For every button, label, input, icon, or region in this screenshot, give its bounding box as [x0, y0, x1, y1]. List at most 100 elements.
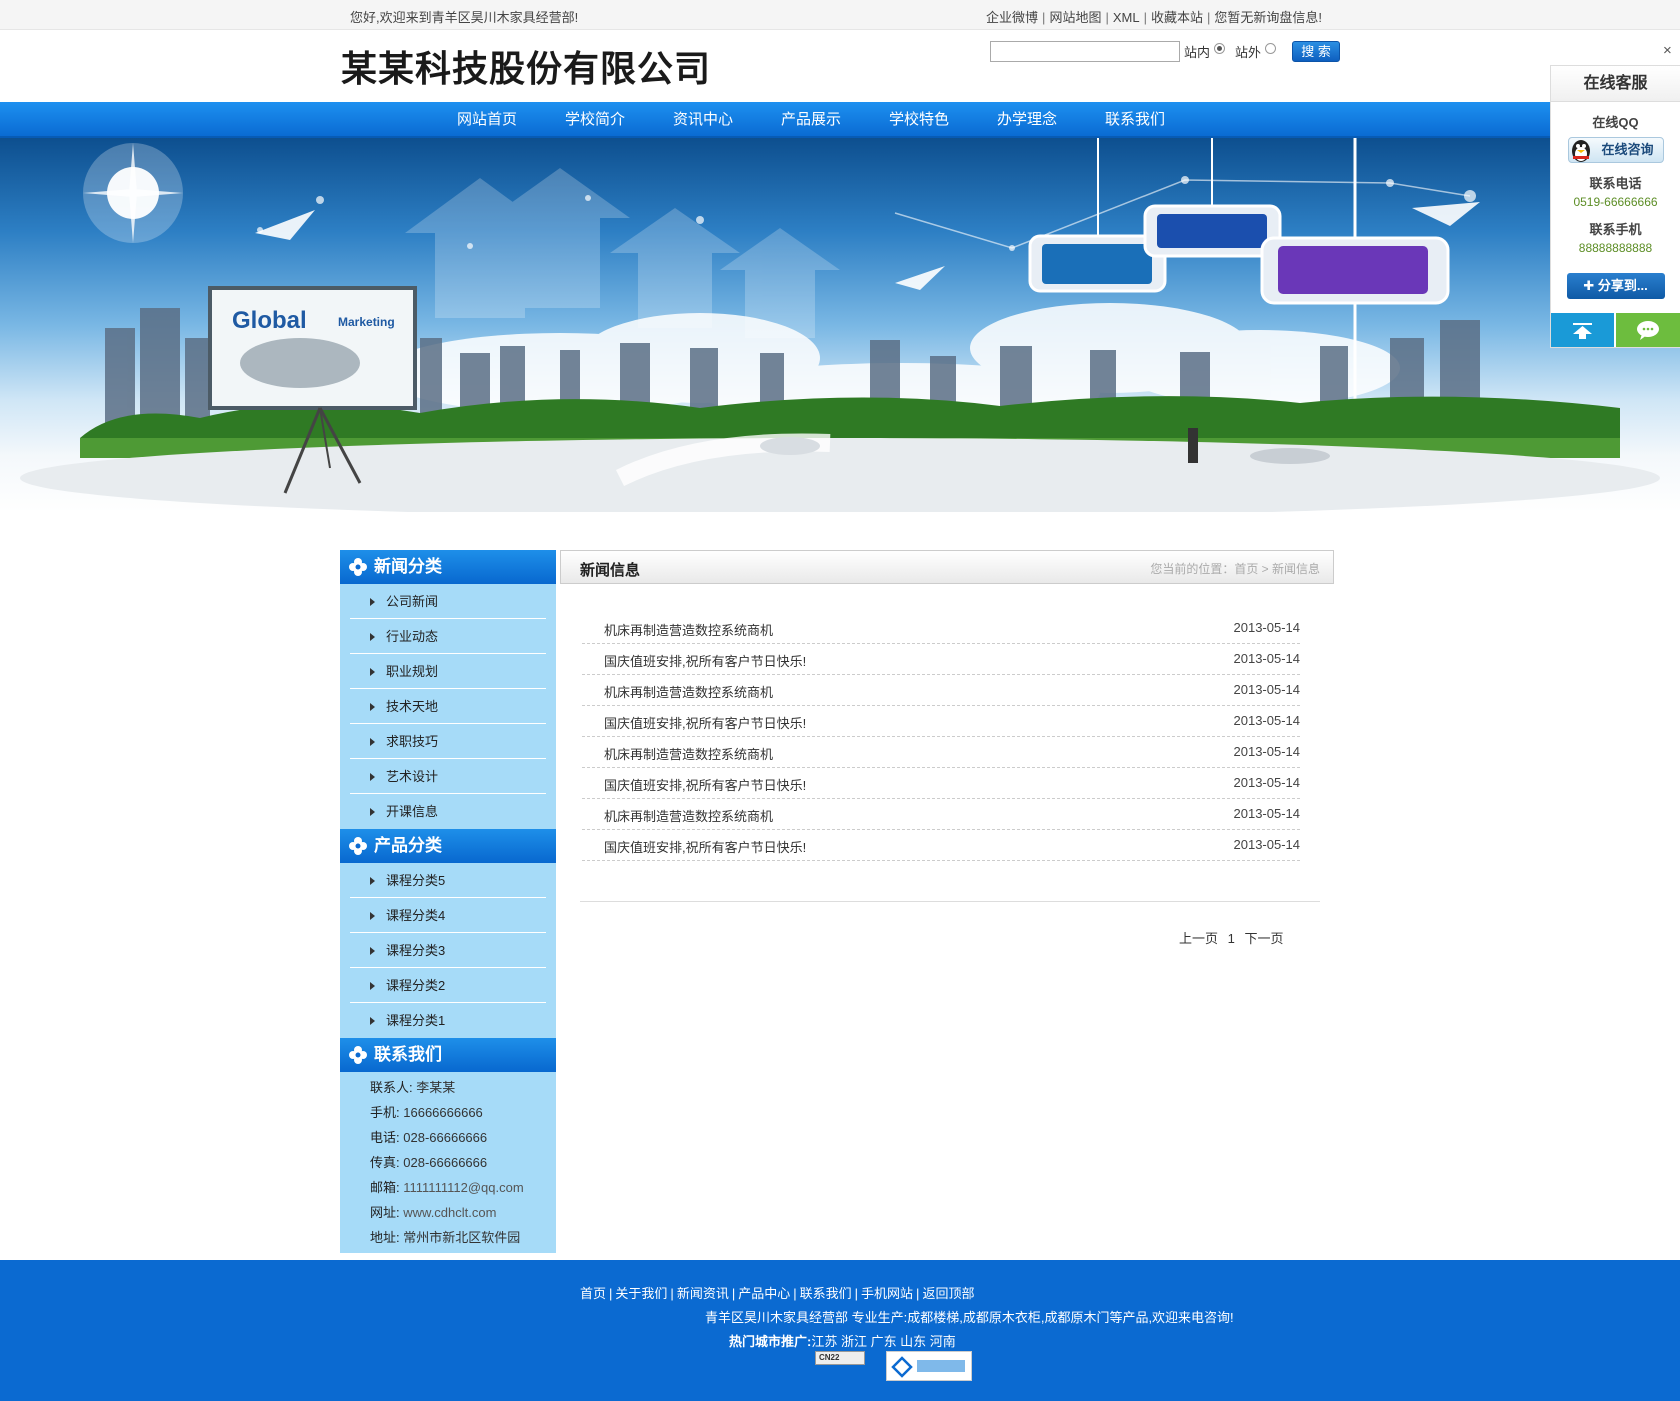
- arrow-right-icon: [370, 877, 375, 885]
- contact-website-link[interactable]: www.cdhclt.com: [403, 1205, 496, 1220]
- sidebar-news-title: 新闻分类: [374, 557, 442, 576]
- news-title[interactable]: 国庆值班安排,祝所有客户节日快乐!: [604, 837, 806, 856]
- footer-link-contact[interactable]: 联系我们: [800, 1286, 852, 1301]
- service-phone-label: 联系电话: [1589, 176, 1642, 191]
- news-date: 2013-05-14: [1233, 775, 1301, 790]
- top-bar: 您好,欢迎来到青羊区昊川木家具经营部! 企业微博 | 网站地图 | XML | 收藏本站 | 您…: [0, 0, 1680, 30]
- sidebar-item-career[interactable]: 职业规划: [350, 654, 546, 689]
- breadcrumb[interactable]: 您当前的位置：首页 > 新闻信息: [1150, 560, 1320, 577]
- top-link-bookmark[interactable]: 收藏本站: [1151, 10, 1203, 25]
- main-header: 新闻信息 您当前的位置：首页 > 新闻信息: [560, 550, 1334, 584]
- search-input[interactable]: [990, 40, 1180, 62]
- sidebar-item-industry[interactable]: 行业动态: [350, 619, 546, 654]
- sidebar-item-job-tips[interactable]: 求职技巧: [350, 724, 546, 759]
- footer-link-products[interactable]: 产品中心: [738, 1286, 790, 1301]
- footer-link-mobile[interactable]: 手机网站: [861, 1286, 913, 1301]
- footer-description: 青羊区昊川木家具经营部 专业生产:成都楼梯,成都原木衣柜,成都原木门等产品,欢迎…: [705, 1310, 1234, 1325]
- service-qq-button[interactable]: 在线咨询: [1567, 137, 1664, 163]
- news-title[interactable]: 机床再制造营造数控系统商机: [604, 806, 773, 825]
- nav-contact[interactable]: 联系我们: [1081, 102, 1189, 138]
- list-item[interactable]: 机床再制造营造数控系统商机 2013-05-14: [582, 675, 1300, 706]
- news-title[interactable]: 机床再制造营造数控系统商机: [604, 744, 773, 763]
- feedback-button[interactable]: [1616, 313, 1680, 347]
- footer-links: 首页 | 关于我们 | 新闻资讯 | 产品中心 | 联系我们 | 手机网站 | 返回顶部: [580, 1286, 975, 1301]
- search-option-in-radio[interactable]: [1214, 42, 1226, 54]
- back-to-top-button[interactable]: [1551, 313, 1614, 347]
- sidebar-item-course-3[interactable]: 课程分类3: [350, 933, 546, 968]
- contact-address: 地址: 常州市新北区软件园: [370, 1225, 556, 1250]
- footer-link-top[interactable]: 返回顶部: [922, 1286, 974, 1301]
- contact-info: 联系人: 李某某 手机: 16666666666 电话: 028-6666666…: [340, 1072, 556, 1253]
- contact-label: 邮箱:: [370, 1180, 400, 1195]
- sidebar-item-company-news[interactable]: 公司新闻: [350, 584, 546, 619]
- footer-link-home[interactable]: 首页: [580, 1286, 606, 1301]
- list-item[interactable]: 国庆值班安排,祝所有客户节日快乐! 2013-05-14: [582, 706, 1300, 737]
- arrow-right-icon: [370, 912, 375, 920]
- news-date: 2013-05-14: [1233, 837, 1301, 852]
- pagination: 上一页 1 下一页: [1179, 928, 1290, 947]
- share-button[interactable]: ✚ 分享到...: [1566, 273, 1665, 299]
- current-page-number[interactable]: 1: [1228, 931, 1235, 946]
- partner-logo[interactable]: [886, 1351, 972, 1381]
- news-title[interactable]: 机床再制造营造数控系统商机: [604, 682, 773, 701]
- billboard-title: Global: [232, 307, 307, 334]
- list-item[interactable]: 机床再制造营造数控系统商机 2013-05-14: [582, 799, 1300, 830]
- prev-page-link[interactable]: 上一页: [1179, 931, 1218, 946]
- hot-cities-list[interactable]: 江苏 浙江 广东 山东 河南: [811, 1334, 955, 1349]
- sidebar-item-label: 课程分类4: [386, 908, 446, 923]
- banner-illustration: Global Marketing: [20, 138, 1660, 512]
- arrow-right-icon: [370, 1017, 375, 1025]
- list-item[interactable]: 国庆值班安排,祝所有客户节日快乐! 2013-05-14: [582, 830, 1300, 861]
- nav-products[interactable]: 产品展示: [757, 102, 865, 138]
- arrow-right-icon: [370, 738, 375, 746]
- sidebar-item-course-2[interactable]: 课程分类2: [350, 968, 546, 1003]
- sidebar-item-course-1[interactable]: 课程分类1: [350, 1003, 546, 1038]
- service-title: 在线客服: [1551, 66, 1680, 102]
- nav-features[interactable]: 学校特色: [865, 102, 973, 138]
- site-logo[interactable]: 某某科技股份有限公司: [341, 40, 711, 92]
- cnzz-badge[interactable]: CN22: [815, 1351, 865, 1365]
- top-link-inquiry[interactable]: 您暂无新询盘信息!: [1214, 10, 1322, 25]
- contact-value: 028-66666666: [403, 1130, 488, 1145]
- contact-website: 网址: www.cdhclt.com: [370, 1200, 556, 1225]
- news-title[interactable]: 国庆值班安排,祝所有客户节日快乐!: [604, 775, 806, 794]
- service-close-icon[interactable]: ×: [1663, 42, 1672, 59]
- top-link-xml[interactable]: XML: [1113, 10, 1140, 25]
- footer-link-about[interactable]: 关于我们: [615, 1286, 667, 1301]
- news-title[interactable]: 国庆值班安排,祝所有客户节日快乐!: [604, 713, 806, 732]
- sidebar-item-art[interactable]: 艺术设计: [350, 759, 546, 794]
- nav-philosophy[interactable]: 办学理念: [973, 102, 1081, 138]
- sidebar-item-course-5[interactable]: 课程分类5: [350, 863, 546, 898]
- chat-bubble-icon: [1637, 321, 1659, 340]
- sidebar-item-label: 技术天地: [386, 699, 439, 714]
- sidebar-item-courses[interactable]: 开课信息: [350, 794, 546, 829]
- list-item[interactable]: 国庆值班安排,祝所有客户节日快乐! 2013-05-14: [582, 644, 1300, 675]
- nav-about[interactable]: 学校简介: [541, 102, 649, 138]
- search-button[interactable]: 搜 索: [1292, 40, 1341, 62]
- list-item[interactable]: 国庆值班安排,祝所有客户节日快乐! 2013-05-14: [582, 768, 1300, 799]
- search-option-out-label: 站外: [1235, 44, 1262, 60]
- news-category-list: 公司新闻 行业动态 职业规划 技术天地 求职技巧 艺术设计 开课信息: [340, 584, 556, 829]
- nav-news[interactable]: 资讯中心: [649, 102, 757, 138]
- nav-home[interactable]: 网站首页: [433, 102, 541, 138]
- contact-value: 李某某: [416, 1080, 456, 1095]
- footer-link-news[interactable]: 新闻资讯: [677, 1286, 729, 1301]
- next-page-link[interactable]: 下一页: [1245, 931, 1284, 946]
- sidebar-item-tech[interactable]: 技术天地: [350, 689, 546, 724]
- list-item[interactable]: 机床再制造营造数控系统商机 2013-05-14: [582, 613, 1300, 644]
- news-title[interactable]: 国庆值班安排,祝所有客户节日快乐!: [604, 651, 806, 670]
- service-phone-value: 0519-66666666: [1573, 195, 1658, 209]
- search-option-out-radio[interactable]: [1265, 42, 1277, 54]
- sidebar-contact-header: 联系我们: [340, 1038, 556, 1072]
- page-title: 新闻信息: [580, 562, 641, 579]
- hot-cities-label: 热门城市推广:: [729, 1334, 812, 1349]
- contact-fax: 传真: 028-66666666: [370, 1150, 556, 1175]
- list-item[interactable]: 机床再制造营造数控系统商机 2013-05-14: [582, 737, 1300, 768]
- top-link-weibo[interactable]: 企业微博: [986, 10, 1038, 25]
- sidebar-item-course-4[interactable]: 课程分类4: [350, 898, 546, 933]
- news-title[interactable]: 机床再制造营造数控系统商机: [604, 620, 773, 639]
- footer-hot-cities: 热门城市推广:江苏 浙江 广东 山东 河南: [729, 1331, 956, 1350]
- contact-email-link[interactable]: 1111111112@qq.com: [403, 1180, 523, 1195]
- service-qq-label: 在线QQ: [1592, 115, 1639, 130]
- top-link-sitemap[interactable]: 网站地图: [1049, 10, 1101, 25]
